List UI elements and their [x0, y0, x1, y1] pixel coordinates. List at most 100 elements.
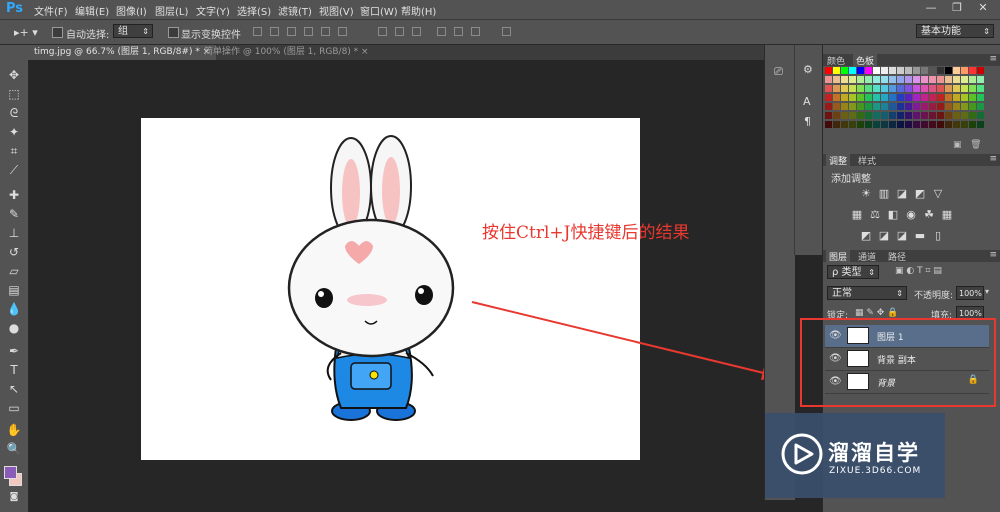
menu-file[interactable]: 文件(F)	[34, 3, 68, 18]
menu-select[interactable]: 选择(S)	[237, 3, 271, 18]
distribute-top-icon[interactable]	[378, 27, 387, 36]
blur-tool-icon[interactable]: 💧	[5, 301, 23, 317]
type-tool-icon[interactable]: T	[5, 362, 23, 378]
blend-mode-value: 正常	[832, 288, 852, 299]
pen-tool-icon[interactable]: ✒	[5, 343, 23, 359]
tab-paths[interactable]: 路径	[888, 250, 906, 263]
distribute-vcenter-icon[interactable]	[395, 27, 404, 36]
tab-timg[interactable]: timg.jpg @ 66.7% (图层 1, RGB/8#) * ×	[28, 45, 217, 60]
tab-adjustments[interactable]: 调整	[826, 154, 851, 167]
blend-mode-dropdown[interactable]: 正常 ⇕	[827, 286, 907, 300]
levels-icon[interactable]: ▥	[878, 188, 890, 199]
auto-select-dropdown[interactable]: 组 ⇕	[113, 24, 153, 38]
auto-align-icon[interactable]	[502, 27, 511, 36]
threshold-icon[interactable]: ◪	[896, 230, 908, 241]
workspace-value: 基本功能	[921, 26, 961, 37]
panel-menu-icon[interactable]: ≡	[989, 154, 997, 164]
curves-icon[interactable]: ◪	[896, 188, 908, 199]
opacity-input[interactable]: 100%	[956, 286, 984, 300]
clone-stamp-tool-icon[interactable]: ⊥	[5, 225, 23, 241]
posterize-icon[interactable]: ◪	[878, 230, 890, 241]
menu-image[interactable]: 图像(I)	[116, 3, 147, 18]
layer-filter-dropdown[interactable]: ρ 类型 ⇕	[827, 265, 879, 279]
align-hcenter-icon[interactable]	[321, 27, 330, 36]
menu-help[interactable]: 帮助(H)	[401, 3, 436, 18]
selective-color-icon[interactable]: ▯	[932, 230, 944, 241]
menu-bar: Ps 文件(F) 编辑(E) 图像(I) 图层(L) 文字(Y) 选择(S) 滤…	[0, 0, 1000, 20]
tab-swatches[interactable]: 色板	[853, 54, 878, 67]
eyedropper-tool-icon[interactable]: ⟋	[5, 162, 23, 178]
crop-tool-icon[interactable]: ⌗	[5, 143, 23, 159]
layer-filter-icons[interactable]: ▣ ◐ T ⌗ ▤	[895, 266, 942, 276]
tab-color[interactable]: 颜色	[827, 54, 845, 67]
gradient-map-icon[interactable]: ▬	[914, 230, 926, 241]
close-icon[interactable]: ×	[361, 47, 369, 57]
properties-panel-icon[interactable]: ⚙	[803, 63, 813, 76]
distribute-left-icon[interactable]	[437, 27, 446, 36]
menu-type[interactable]: 文字(Y)	[196, 3, 230, 18]
minimize-button[interactable]: —	[918, 0, 944, 17]
character-panel-icon[interactable]: A	[803, 95, 811, 108]
close-window-button[interactable]: ✕	[970, 0, 996, 17]
move-tool-icon[interactable]: ✥	[5, 67, 23, 83]
align-bottom-icon[interactable]	[287, 27, 296, 36]
swatch-actions[interactable]: ▣ 🗑	[953, 140, 982, 150]
menu-layer[interactable]: 图层(L)	[155, 3, 188, 18]
lock-icons[interactable]: ▦ ✎ ✥ 🔒	[855, 308, 898, 318]
dropdown-arrow-icon: ⇕	[896, 289, 903, 298]
distribute-right-icon[interactable]	[471, 27, 480, 36]
color-lookup-icon[interactable]: ▦	[941, 209, 953, 220]
brush-tool-icon[interactable]: ✎	[5, 206, 23, 222]
show-transform-checkbox[interactable]	[168, 27, 179, 38]
exposure-icon[interactable]: ◩	[914, 188, 926, 199]
eraser-tool-icon[interactable]: ▱	[5, 263, 23, 279]
color-balance-icon[interactable]: ⚖	[869, 209, 881, 220]
menu-window[interactable]: 窗口(W)	[360, 3, 398, 18]
history-panel-icon[interactable]: ⎚	[774, 65, 783, 79]
distribute-hcenter-icon[interactable]	[454, 27, 463, 36]
workspace-dropdown[interactable]: 基本功能 ⇕	[916, 24, 994, 38]
history-brush-tool-icon[interactable]: ↺	[5, 244, 23, 260]
paragraph-panel-icon[interactable]: ¶	[804, 115, 811, 128]
zoom-tool-icon[interactable]: 🔍	[5, 441, 23, 457]
photo-filter-icon[interactable]: ◉	[905, 209, 917, 220]
align-vcenter-icon[interactable]	[270, 27, 279, 36]
align-top-icon[interactable]	[253, 27, 262, 36]
rectangle-tool-icon[interactable]: ▭	[5, 400, 23, 416]
restore-button[interactable]: ❐	[944, 0, 970, 17]
healing-tool-icon[interactable]: ✚	[5, 187, 23, 203]
align-right-icon[interactable]	[338, 27, 347, 36]
dodge-tool-icon[interactable]: ●	[5, 320, 23, 336]
align-left-icon[interactable]	[304, 27, 313, 36]
path-select-tool-icon[interactable]: ↖	[5, 381, 23, 397]
foreground-color-swatch[interactable]	[4, 466, 17, 479]
swatches-grid[interactable]	[825, 67, 985, 129]
lasso-tool-icon[interactable]: ᘓ	[5, 105, 23, 121]
panel-menu-icon[interactable]: ≡	[989, 250, 997, 260]
menu-edit[interactable]: 编辑(E)	[75, 3, 109, 18]
menu-view[interactable]: 视图(V)	[319, 3, 354, 18]
swatches-panel-header: 颜色 色板 ≡	[823, 54, 1000, 67]
tab-channels[interactable]: 通道	[858, 250, 876, 263]
brightness-icon[interactable]: ☀	[860, 188, 872, 199]
hue-saturation-icon[interactable]: ▦	[851, 209, 863, 220]
menu-filter[interactable]: 滤镜(T)	[278, 3, 312, 18]
invert-icon[interactable]: ◩	[860, 230, 872, 241]
distribute-bottom-icon[interactable]	[412, 27, 421, 36]
tab-styles[interactable]: 样式	[858, 154, 876, 167]
marquee-tool-icon[interactable]: ⬚	[5, 86, 23, 102]
hand-tool-icon[interactable]: ✋	[5, 422, 23, 438]
vibrance-icon[interactable]: ▽	[932, 188, 944, 199]
magic-wand-tool-icon[interactable]: ✦	[5, 124, 23, 140]
opacity-arrow-icon[interactable]: ▾	[985, 287, 989, 296]
quick-mask-icon[interactable]: ◙	[5, 489, 23, 505]
document-canvas[interactable]	[141, 118, 640, 460]
gradient-tool-icon[interactable]: ▤	[5, 282, 23, 298]
tab-layers[interactable]: 图层	[826, 250, 851, 263]
panel-menu-icon[interactable]: ≡	[989, 54, 997, 64]
black-white-icon[interactable]: ◧	[887, 209, 899, 220]
move-tool-preset-icon[interactable]: ▸+ ▾	[14, 26, 38, 39]
channel-mixer-icon[interactable]: ☘	[923, 209, 935, 220]
auto-select-checkbox[interactable]	[52, 27, 63, 38]
tab-simple-operation[interactable]: 简单操作 @ 100% (图层 1, RGB/8) * ×	[198, 45, 375, 60]
